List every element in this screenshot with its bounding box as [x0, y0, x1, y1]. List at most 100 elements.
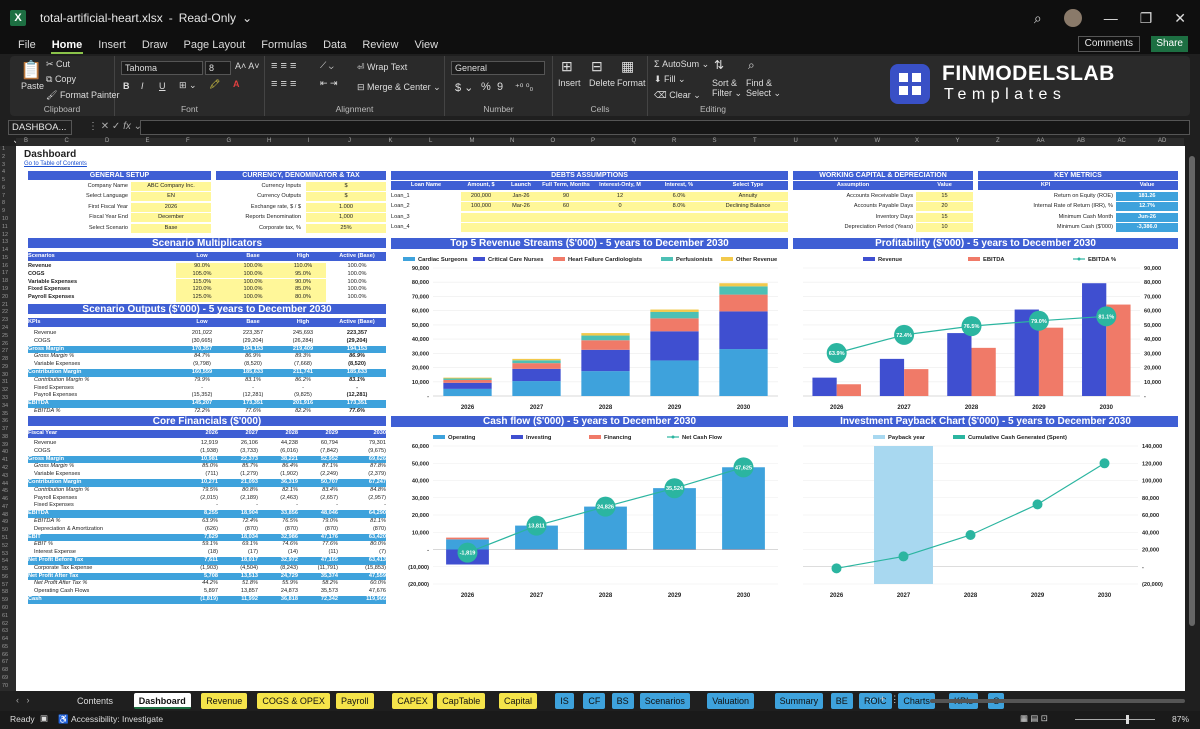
- tab-bs[interactable]: BS: [611, 693, 634, 709]
- cell[interactable]: Depreciation Period (Years): [793, 223, 913, 232]
- row-header[interactable]: 54: [2, 558, 8, 564]
- column-header[interactable]: G: [227, 138, 232, 144]
- cell[interactable]: Fiscal Year: [28, 429, 178, 438]
- paste-button[interactable]: Paste: [21, 81, 44, 91]
- cell[interactable]: Inventory Days: [793, 213, 913, 222]
- column-header[interactable]: H: [267, 138, 271, 144]
- menu-page-layout[interactable]: Page Layout: [182, 39, 246, 51]
- cell[interactable]: Currency Inputs: [216, 182, 301, 191]
- menu-formulas[interactable]: Formulas: [260, 39, 308, 51]
- comma-button[interactable]: 9: [497, 81, 503, 93]
- cell[interactable]: Cash: [28, 595, 178, 604]
- column-header[interactable]: D: [105, 138, 109, 144]
- cell[interactable]: Base: [228, 318, 278, 327]
- cell[interactable]: High: [278, 252, 328, 261]
- cell[interactable]: 2027: [218, 429, 258, 438]
- cell[interactable]: 82.2%: [278, 407, 328, 416]
- copy-button[interactable]: ⧉ Copy: [46, 74, 76, 85]
- cell[interactable]: [649, 213, 709, 222]
- format-cells-button[interactable]: Format: [617, 78, 646, 88]
- font-color-icon[interactable]: A: [233, 79, 240, 89]
- cell[interactable]: Low: [176, 252, 228, 261]
- share-button[interactable]: Share: [1151, 36, 1188, 52]
- cell[interactable]: Exchange rate, $ / $: [216, 203, 301, 212]
- row-header[interactable]: 59: [2, 597, 8, 603]
- wrap-text-button[interactable]: ⏎ Wrap Text: [357, 62, 407, 73]
- cell[interactable]: 100,000: [461, 202, 501, 211]
- number-format-select[interactable]: General: [451, 61, 545, 75]
- row-header[interactable]: 67: [2, 659, 8, 665]
- row-header[interactable]: 28: [2, 356, 8, 362]
- cell[interactable]: 0: [591, 202, 649, 211]
- zoom-thumb[interactable]: [1126, 715, 1129, 724]
- column-header[interactable]: Y: [956, 138, 960, 144]
- row-header[interactable]: 69: [2, 675, 8, 681]
- format-painter-button[interactable]: 🖌 Format Painter: [46, 90, 119, 101]
- minimize-icon[interactable]: —: [1104, 10, 1118, 26]
- row-header[interactable]: 1: [2, 146, 5, 152]
- cell[interactable]: EN: [131, 192, 211, 201]
- row-header[interactable]: 61: [2, 613, 8, 619]
- cell[interactable]: Value: [1116, 181, 1178, 190]
- name-box[interactable]: DASHBOA... ⌄: [8, 120, 72, 146]
- cell[interactable]: Select Scenario: [28, 224, 128, 233]
- cell[interactable]: [591, 213, 649, 222]
- row-header[interactable]: 48: [2, 512, 8, 518]
- cell[interactable]: Loan Name: [391, 181, 461, 190]
- cell[interactable]: 100.0%: [328, 293, 386, 302]
- restore-icon[interactable]: ❐: [1140, 10, 1153, 27]
- cell[interactable]: Return on Equity (ROE): [978, 192, 1113, 201]
- macro-icon[interactable]: ▣: [40, 713, 48, 724]
- cell[interactable]: Company Name: [28, 182, 128, 191]
- column-header[interactable]: B: [24, 138, 28, 144]
- row-header[interactable]: 12: [2, 232, 8, 238]
- border-icon[interactable]: ⊞ ⌄: [179, 80, 197, 91]
- cell[interactable]: 25%: [306, 224, 386, 233]
- column-header[interactable]: V: [834, 138, 838, 144]
- cell[interactable]: Jun-26: [1116, 213, 1178, 222]
- column-header[interactable]: O: [551, 138, 556, 144]
- cell[interactable]: Jan-26: [501, 192, 541, 201]
- row-header[interactable]: 11: [2, 224, 8, 230]
- column-header[interactable]: U: [794, 138, 798, 144]
- cell[interactable]: 72.2%: [176, 407, 228, 416]
- cell[interactable]: Minimum Cash ($'000): [978, 223, 1113, 232]
- cell[interactable]: Accounts Receivable Days: [793, 192, 913, 201]
- cell[interactable]: [649, 223, 709, 232]
- cell[interactable]: [501, 223, 541, 232]
- view-icons[interactable]: ▦ ▤ ⊡: [1020, 713, 1048, 724]
- italic-button[interactable]: I: [141, 81, 144, 91]
- cell[interactable]: Loan_2: [391, 202, 461, 211]
- cell[interactable]: Scenarios: [28, 252, 176, 261]
- menu-draw[interactable]: Draw: [141, 39, 169, 51]
- merge-center-button[interactable]: ⊟ Merge & Center ⌄: [357, 82, 441, 93]
- cell[interactable]: Amount, $: [461, 181, 501, 190]
- cell[interactable]: Reports Denomination: [216, 213, 301, 222]
- row-header[interactable]: 10: [2, 216, 8, 222]
- cell[interactable]: 119,966: [338, 595, 386, 604]
- cell[interactable]: Currency Outputs: [216, 192, 301, 201]
- row-header[interactable]: 68: [2, 667, 8, 673]
- cell[interactable]: 77.6%: [328, 407, 386, 416]
- cell[interactable]: Base: [228, 252, 278, 261]
- cell[interactable]: [541, 213, 591, 222]
- column-header[interactable]: S: [713, 138, 717, 144]
- cell[interactable]: $: [306, 192, 386, 201]
- tab-capex[interactable]: CAPEX: [392, 693, 433, 709]
- cell[interactable]: Minimum Cash Month: [978, 213, 1113, 222]
- delete-cells-button[interactable]: Delete: [589, 78, 615, 88]
- row-header[interactable]: 4: [2, 169, 5, 175]
- row-header[interactable]: 7: [2, 193, 5, 199]
- cell[interactable]: Corporate tax, %: [216, 224, 301, 233]
- delete-cells-icon[interactable]: ⊟: [591, 58, 603, 75]
- tab-revenue[interactable]: Revenue: [201, 693, 248, 709]
- cell[interactable]: Interest, %: [649, 181, 709, 190]
- menu-home[interactable]: Home: [50, 39, 84, 54]
- row-header[interactable]: 5: [2, 177, 5, 183]
- menu-data[interactable]: Data: [322, 39, 347, 51]
- row-header[interactable]: 24: [2, 325, 8, 331]
- row-header[interactable]: 40: [2, 449, 8, 455]
- cell[interactable]: Loan_3: [391, 213, 461, 222]
- cell[interactable]: Base: [131, 224, 211, 233]
- cell[interactable]: Full Term, Months: [541, 181, 591, 190]
